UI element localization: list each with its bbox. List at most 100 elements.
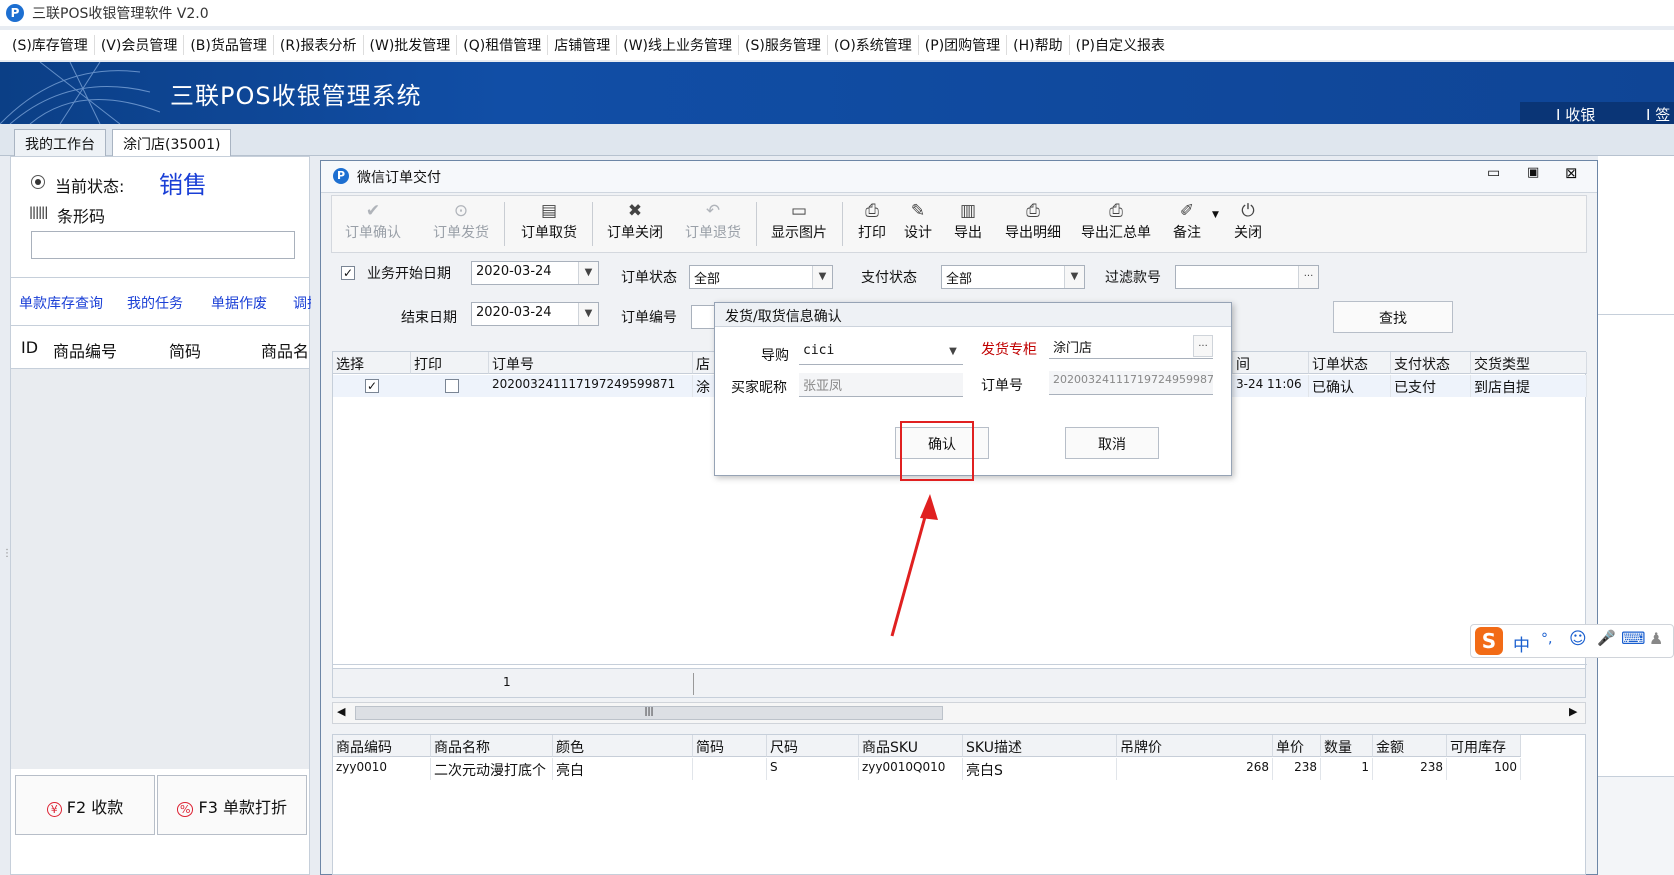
maximize-icon[interactable]: ▣ [1527,165,1539,180]
end-date-input[interactable]: 2020-03-24 ▼ [471,302,599,326]
order-status-select[interactable]: 全部 ▼ [689,265,833,289]
menu-rental[interactable]: (Q)租借管理 [457,35,549,55]
order-status-label: 订单状态 [621,270,677,286]
buyer-label: 买家昵称 [731,380,787,396]
close-window-button[interactable]: ⏻ 关闭 [1226,200,1270,250]
print-button[interactable]: ⎙ 打印 [850,200,894,250]
highlight-box [900,421,974,481]
scroll-left-icon[interactable]: ◀ [337,705,345,718]
guide-label: 导购 [761,348,789,364]
ime-keyboard-icon[interactable]: ⌨ [1621,629,1646,649]
link-my-tasks[interactable]: 我的任务 [127,293,183,313]
link-void-doc[interactable]: 单据作废 [211,293,267,313]
note-button[interactable]: ✐ 备注 [1166,200,1208,250]
export-summary-button[interactable]: ⎙ 导出汇总单 [1076,200,1156,250]
cancel-button[interactable]: 取消 [1065,427,1159,459]
scroll-thumb[interactable]: ||| [355,706,943,720]
export-button[interactable]: ▥ 导出 [946,200,990,250]
ime-chinese-toggle[interactable]: 中 [1513,631,1530,656]
end-date-label: 结束日期 [401,310,457,326]
ime-voice-icon[interactable]: 🎤 [1597,629,1616,647]
guide-select[interactable]: cici ▼ [799,341,963,365]
scroll-right-icon[interactable]: ▶ [1569,705,1577,718]
window-titlebar: P 微信订单交付 ▭ ▣ ⊠ [321,161,1597,193]
minimize-icon[interactable]: ▭ [1487,165,1500,181]
link-sku-stock[interactable]: 单款库存查询 [19,293,103,313]
show-image-button[interactable]: ▭ 显示图片 [766,200,832,250]
ime-emoji-icon[interactable]: ☺ [1569,629,1587,649]
tab-workbench[interactable]: 我的工作台 [14,129,106,156]
right-panel [1598,156,1674,875]
col-sku-desc: SKU描述 [963,735,1117,757]
menu-member[interactable]: (V)会员管理 [95,35,185,55]
start-date-checkbox[interactable]: ✓ [341,266,355,280]
menu-group-buy[interactable]: (P)团购管理 [919,35,1008,55]
chevron-down-icon[interactable]: ▼ [578,262,598,284]
chevron-down-icon[interactable]: ▼ [943,341,963,363]
menu-store[interactable]: 店铺管理 [548,35,618,55]
menu-service[interactable]: (S)服务管理 [739,35,828,55]
menu-system[interactable]: (O)系统管理 [828,35,919,55]
more-icon[interactable]: ··· [1193,335,1213,357]
cell-delivery: 到店自提 [1471,375,1587,397]
menu-inventory[interactable]: (S)库存管理 [6,35,95,55]
menu-goods[interactable]: (B)货品管理 [184,35,274,55]
horizontal-scrollbar[interactable]: ◀ ||| ▶ [332,702,1586,724]
chevron-down-icon[interactable]: ▼ [1064,266,1084,288]
table-row[interactable]: zyy0010 二次元动漫打底个 亮白 S zyy0010Q010 亮白S 26… [333,758,1523,780]
f2-pay-button[interactable]: ¥ F2 收款 [15,775,155,835]
menu-custom-report[interactable]: (P)自定义报表 [1070,35,1171,55]
row-select-checkbox[interactable]: ✓ [365,379,379,393]
start-date-input[interactable]: 2020-03-24 ▼ [471,261,599,285]
f3-discount-button[interactable]: % F3 单款打折 [157,775,307,835]
sogou-logo-icon[interactable]: S [1475,627,1503,655]
chevron-down-icon[interactable]: ▼ [812,266,832,288]
start-date-label: 业务开始日期 [367,266,451,282]
cabinet-label: 发货专柜 [981,342,1037,358]
close-order-button[interactable]: ✖ 订单关闭 [602,200,668,250]
pay-status-select[interactable]: 全部 ▼ [941,265,1085,289]
menu-online[interactable]: (W)线上业务管理 [617,35,740,55]
check-icon: ✔ [365,201,381,221]
splitter-handle[interactable]: ⋮ [2,548,12,559]
return-order-button[interactable]: ↶ 订单退货 [680,200,746,250]
details-grid: 商品编码 商品名称 颜色 简码 尺码 商品SKU SKU描述 吊牌价 单价 数量… [332,734,1586,875]
ime-punct-icon[interactable]: °, [1541,631,1552,647]
confirm-order-button[interactable]: ✔ 订单确认 [340,200,406,250]
banner-nav: I 收银 I 签到 [1520,102,1674,145]
menu-help[interactable]: (H)帮助 [1007,35,1070,55]
status-value: 销售 [159,171,207,199]
link-transfer[interactable]: 调拨 [293,293,311,313]
chevron-down-icon[interactable]: ▼ [578,303,598,325]
col-select: 选择 [333,352,411,374]
tab-store[interactable]: 涂门店(35001) [112,129,232,156]
ime-user-icon[interactable]: ♟ [1649,629,1663,648]
left-panel: 当前状态: 销售 |||||| 条形码 单款库存查询 我的任务 单据作废 调拨 … [10,156,311,875]
row-print-checkbox[interactable] [445,379,459,393]
export-detail-button[interactable]: ⎙ 导出明细 [998,200,1068,250]
annotation-arrow-icon [890,494,938,637]
status-radio[interactable] [31,175,45,189]
return-icon: ↶ [705,201,721,221]
close-x-icon: ✖ [627,201,643,221]
filter-sku-input[interactable]: ··· [1175,265,1319,289]
design-icon: ✎ [910,201,926,221]
barcode-input[interactable] [31,231,295,259]
cabinet-input[interactable]: 涂门店 ··· [1049,335,1213,359]
menu-reports[interactable]: (R)报表分析 [274,35,364,55]
title-bar: P 三联POS收银管理软件 V2.0 [0,0,1674,26]
order-no-label: 订单编号 [621,310,677,326]
note-dropdown-icon[interactable]: ▼ [1212,210,1219,220]
close-icon[interactable]: ⊠ [1565,164,1578,182]
search-button[interactable]: 查找 [1333,301,1453,333]
cashier-link[interactable]: I 收银 [1556,104,1595,125]
menu-wholesale[interactable]: (W)批发管理 [364,35,458,55]
col-goods-code: 商品编码 [333,735,431,757]
col-size: 尺码 [767,735,859,757]
export-detail-icon: ⎙ [1026,201,1040,221]
ship-order-button[interactable]: ⊙ 订单发货 [428,200,494,250]
pickup-order-button[interactable]: ▤ 订单取货 [516,200,582,250]
more-icon[interactable]: ··· [1298,266,1318,288]
menu-bar: (S)库存管理 (V)会员管理 (B)货品管理 (R)报表分析 (W)批发管理 … [0,30,1674,60]
design-button[interactable]: ✎ 设计 [896,200,940,250]
